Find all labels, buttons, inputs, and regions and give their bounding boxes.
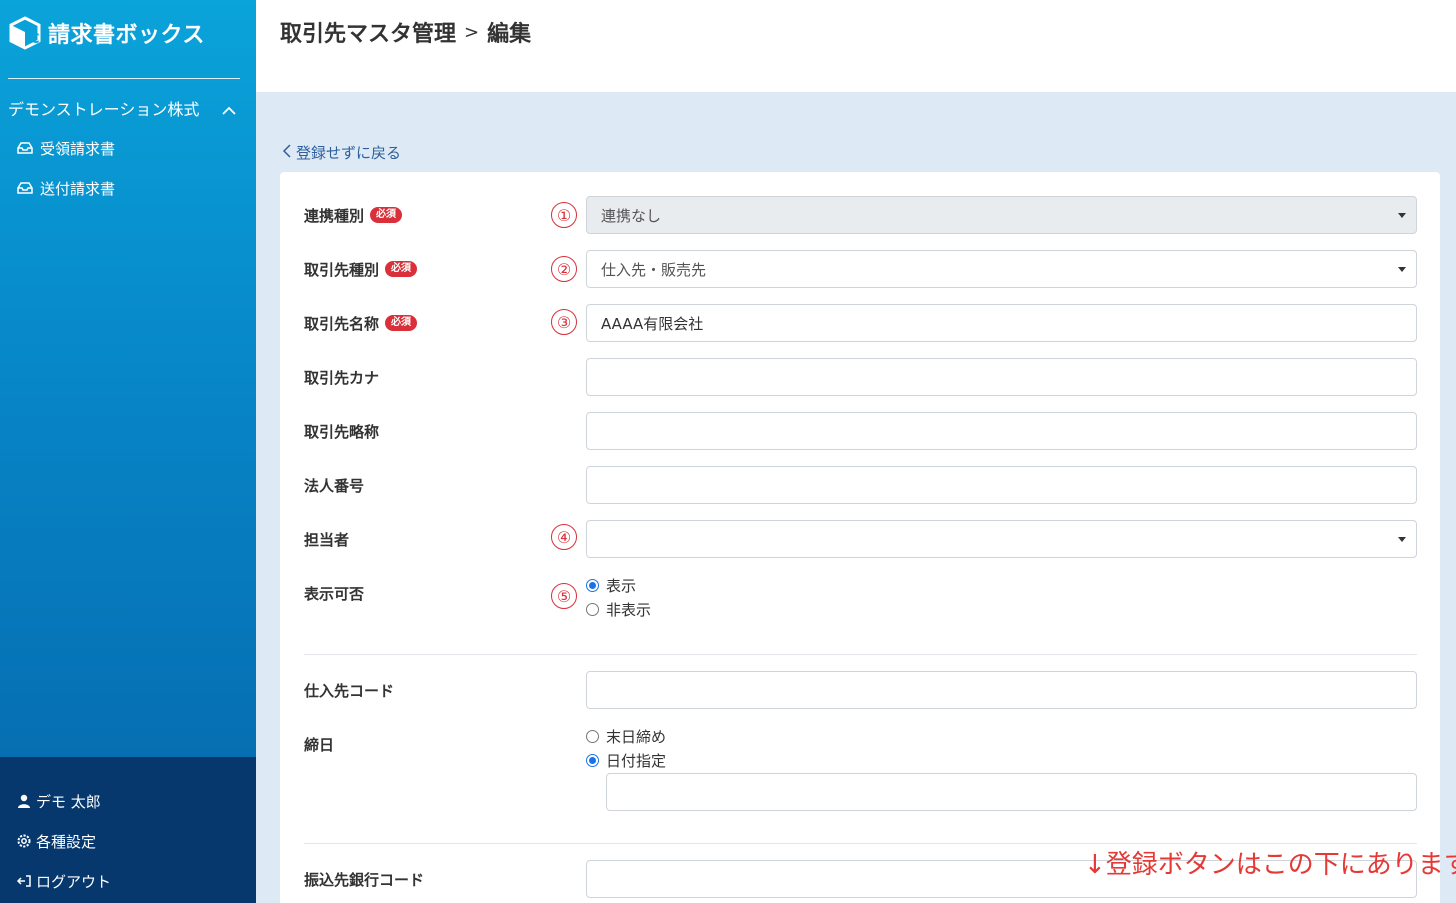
radio-label: 表示	[606, 576, 637, 595]
radio-checked[interactable]	[586, 753, 599, 767]
visibility-label: 表示可否	[304, 584, 365, 603]
user-menu[interactable]: デモ 太郎	[16, 790, 101, 812]
partner-type-label: 取引先種別 必須	[304, 257, 418, 281]
required-badge: 必須	[385, 261, 418, 277]
radio-label: 非表示	[606, 600, 652, 619]
corporate-number-label: 法人番号	[304, 476, 365, 495]
back-link-label: 登録せずに戻る	[296, 144, 402, 162]
company-name: デモンストレーション株式	[8, 100, 200, 119]
marker-4: ④	[551, 524, 577, 550]
partner-kana-input[interactable]	[586, 358, 1417, 396]
page-header: 取引先マスタ管理 > 編集	[256, 0, 1456, 92]
app-logo[interactable]: C 請求書ボックス	[8, 15, 205, 51]
app-name: 請求書ボックス	[48, 23, 205, 48]
partner-short-input[interactable]	[586, 412, 1417, 450]
partner-name-input[interactable]: AAAA有限会社	[586, 304, 1417, 342]
partner-short-label: 取引先略称	[304, 422, 380, 441]
closing-date-input[interactable]	[606, 773, 1417, 811]
inbox-icon	[16, 181, 34, 195]
caret-down-icon	[1398, 267, 1406, 272]
select-value: 連携なし	[601, 206, 662, 225]
settings-link[interactable]: 各種設定	[16, 830, 96, 852]
supplier-code-label: 仕入先コード	[304, 681, 395, 700]
label-text: 連携種別	[304, 206, 365, 225]
logout-link[interactable]: ログアウト	[16, 870, 111, 892]
breadcrumb-current: 編集	[487, 22, 532, 47]
closing-day-option-date[interactable]: 日付指定	[586, 750, 666, 770]
logout-label: ログアウト	[36, 872, 112, 891]
inbox-icon	[16, 141, 34, 155]
input-value: AAAA有限会社	[601, 314, 704, 333]
breadcrumb: 取引先マスタ管理 > 編集	[280, 16, 531, 48]
select-value: 仕入先・販売先	[601, 260, 707, 279]
caret-down-icon	[1398, 537, 1406, 542]
company-switcher[interactable]: デモンストレーション株式	[8, 96, 240, 120]
required-badge: 必須	[385, 315, 418, 331]
closing-day-option-month-end[interactable]: 末日締め	[586, 726, 666, 746]
partner-name-label: 取引先名称 必須	[304, 311, 418, 335]
radio-label: 日付指定	[606, 751, 667, 770]
settings-label: 各種設定	[36, 832, 97, 851]
marker-3: ③	[551, 309, 577, 335]
supplier-code-input[interactable]	[586, 671, 1417, 709]
sidebar-item-label: 受領請求書	[40, 139, 116, 158]
corporate-number-input[interactable]	[586, 466, 1417, 504]
required-badge: 必須	[370, 207, 403, 223]
sidebar-item-label: 送付請求書	[40, 179, 116, 198]
sidebar: C 請求書ボックス デモンストレーション株式 受領請求書 送付請求書 デモ 太郎	[0, 0, 256, 903]
marker-1: ①	[551, 202, 577, 228]
visibility-option-hide[interactable]: 非表示	[586, 599, 651, 619]
radio-unchecked[interactable]	[586, 729, 599, 743]
person-in-charge-label: 担当者	[304, 530, 350, 549]
svg-text:C: C	[30, 32, 40, 47]
partner-type-select[interactable]: 仕入先・販売先	[586, 250, 1417, 288]
radio-checked[interactable]	[586, 578, 599, 592]
label-text: 取引先種別	[304, 260, 380, 279]
back-link[interactable]: 登録せずに戻る	[282, 142, 401, 163]
user-icon	[16, 793, 32, 809]
partner-kana-label: 取引先カナ	[304, 368, 380, 387]
register-button-hint: ↓登録ボタンはこの下にあります	[1084, 850, 1456, 880]
bank-code-label: 振込先銀行コード	[304, 870, 425, 889]
integration-type-label: 連携種別 必須	[304, 203, 403, 227]
section-divider	[304, 654, 1417, 655]
visibility-option-show[interactable]: 表示	[586, 575, 636, 595]
closing-day-label: 締日	[304, 735, 335, 754]
person-in-charge-select[interactable]	[586, 520, 1417, 558]
label-text: 取引先名称	[304, 314, 380, 333]
sidebar-divider	[8, 78, 240, 79]
breadcrumb-separator: >	[464, 21, 480, 43]
logout-icon	[16, 873, 32, 889]
integration-type-select[interactable]: 連携なし	[586, 196, 1417, 234]
breadcrumb-parent[interactable]: 取引先マスタ管理	[280, 16, 456, 48]
sidebar-item-sent-invoices[interactable]: 送付請求書	[16, 177, 115, 199]
user-name: デモ 太郎	[36, 792, 101, 811]
radio-unchecked[interactable]	[586, 602, 599, 616]
sidebar-user-panel: デモ 太郎 各種設定 ログアウト	[0, 757, 256, 903]
caret-down-icon	[1398, 213, 1406, 218]
marker-5: ⑤	[551, 583, 577, 609]
marker-2: ②	[551, 256, 577, 282]
box-logo-icon: C	[8, 16, 42, 50]
chevron-up-icon	[222, 102, 236, 115]
gear-icon	[16, 833, 32, 849]
radio-label: 末日締め	[606, 727, 667, 746]
sidebar-item-received-invoices[interactable]: 受領請求書	[16, 137, 115, 159]
chevron-left-icon	[282, 143, 292, 162]
